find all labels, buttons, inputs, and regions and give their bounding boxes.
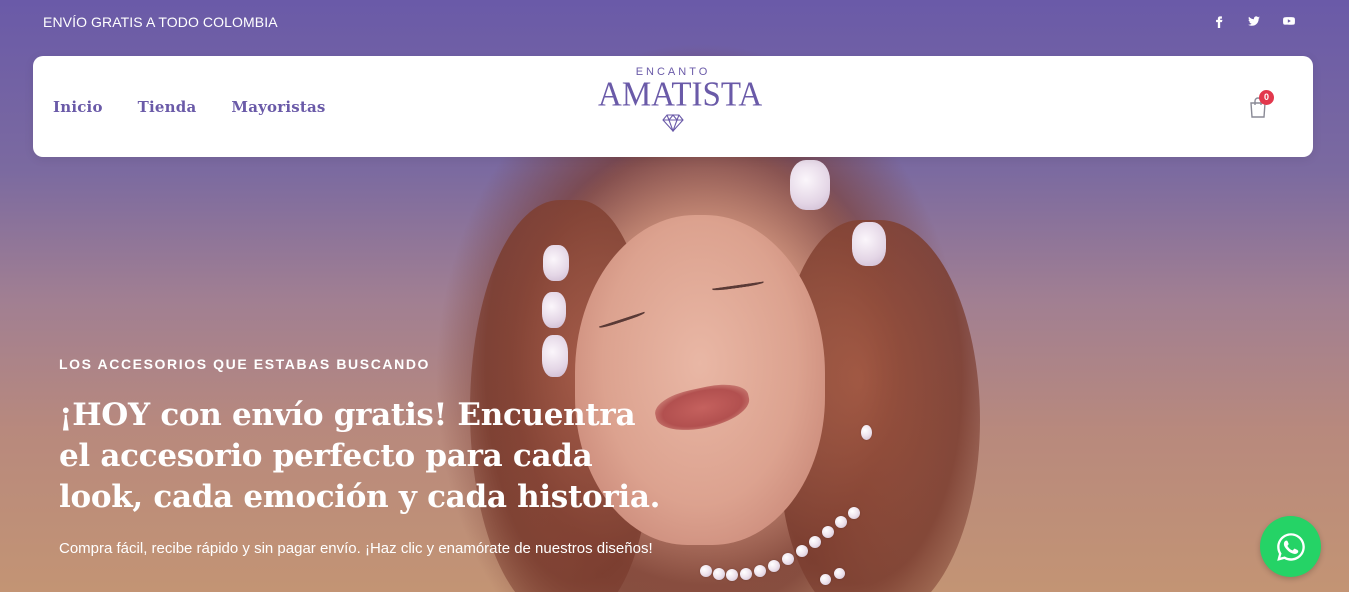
nav-link-tienda[interactable]: Tienda xyxy=(138,98,197,116)
youtube-icon[interactable] xyxy=(1281,13,1297,29)
hero-subtext: Compra fácil, recibe rápido y sin pagar … xyxy=(59,540,653,557)
cart-count-badge: 0 xyxy=(1259,90,1274,105)
facebook-icon[interactable] xyxy=(1211,13,1227,29)
main-nav: Inicio Tienda Mayoristas xyxy=(53,98,326,116)
gem-icon xyxy=(662,114,684,132)
whatsapp-button[interactable] xyxy=(1260,516,1321,577)
logo-wordmark: AMATISTA xyxy=(598,76,763,114)
hero-eyebrow: LOS ACCESORIOS QUE ESTABAS BUSCANDO xyxy=(59,356,431,372)
brand-logo[interactable]: ENCANTO AMATISTA xyxy=(598,66,763,132)
whatsapp-icon xyxy=(1276,532,1305,561)
hero-headline: ¡HOY con envío gratis! Encuentra el acce… xyxy=(59,397,661,515)
site-header: Inicio Tienda Mayoristas ENCANTO AMATIST… xyxy=(33,56,1313,157)
announcement-bar: ENVÍO GRATIS A TODO COLOMBIA xyxy=(0,0,1349,44)
announcement-text: ENVÍO GRATIS A TODO COLOMBIA xyxy=(43,14,278,30)
twitter-icon[interactable] xyxy=(1246,13,1262,29)
nav-link-mayoristas[interactable]: Mayoristas xyxy=(231,98,325,116)
nav-link-inicio[interactable]: Inicio xyxy=(53,98,103,116)
